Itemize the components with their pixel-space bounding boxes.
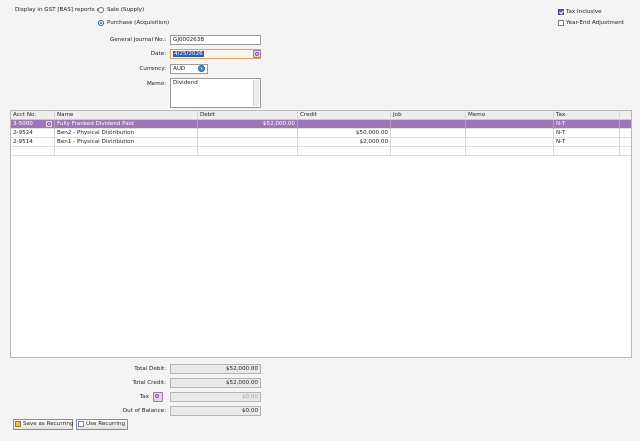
date-label: Date: (150, 51, 166, 57)
tax-cell[interactable]: N-T (554, 120, 620, 129)
tax-detail-icon[interactable] (153, 392, 163, 402)
purchase-radio[interactable] (98, 20, 104, 26)
table-row[interactable]: 2-9524 Ben2 - Physical Distribution $50,… (11, 129, 631, 138)
calendar-icon[interactable] (253, 50, 261, 58)
debit-cell[interactable] (198, 138, 298, 147)
acct-cell[interactable]: 2-9514 (11, 138, 55, 147)
column-header-tax[interactable]: Tax (554, 111, 620, 120)
acct-cell[interactable] (11, 147, 55, 156)
gst-report-prompt: Display in GST [BAS] reports as: (15, 7, 105, 13)
column-header-debit[interactable]: Debit (198, 111, 298, 120)
use-recurring-label: Use Recurring (86, 421, 126, 427)
total-credit-value: $52,000.00 (170, 378, 261, 388)
memo-cell[interactable] (466, 138, 554, 147)
currency-label: Currency: (139, 66, 166, 72)
name-cell[interactable]: Fully Franked Dividend Paid (55, 120, 198, 129)
currency-lookup-icon[interactable] (198, 65, 205, 72)
save-as-recurring-button[interactable]: Save as Recurring (13, 419, 73, 430)
credit-cell[interactable] (298, 147, 391, 156)
total-debit-label: Total Debit: (134, 366, 166, 372)
out-of-balance-value: $0.00 (170, 406, 261, 416)
tax-cell[interactable]: N-T (554, 138, 620, 147)
memo-cell[interactable] (466, 120, 554, 129)
memo-input[interactable]: Dividend (170, 78, 261, 108)
date-input[interactable]: 4/25/2026 (170, 49, 261, 59)
use-recurring-button[interactable]: Use Recurring (76, 419, 128, 430)
credit-cell[interactable] (298, 120, 391, 129)
debit-cell[interactable] (198, 147, 298, 156)
tax-inclusive-checkbox[interactable] (558, 9, 564, 15)
memo-cell[interactable] (466, 129, 554, 138)
credit-cell[interactable]: $2,000.00 (298, 138, 391, 147)
memo-scrollbar[interactable] (253, 80, 259, 106)
date-value: 4/25/2026 (173, 51, 204, 57)
memo-cell[interactable] (466, 147, 554, 156)
table-row-empty[interactable] (11, 147, 631, 156)
memo-label: Memo: (146, 81, 166, 87)
memo-value: Dividend (173, 80, 198, 86)
job-cell[interactable] (391, 129, 466, 138)
journal-lines-table: Acct No. Name Debit Credit Job Memo Tax … (10, 110, 632, 358)
save-as-recurring-label: Save as Recurring (23, 421, 74, 427)
column-header-acct[interactable]: Acct No. (11, 111, 55, 120)
debit-cell[interactable]: $52,000.00 (198, 120, 298, 129)
column-header-credit[interactable]: Credit (298, 111, 391, 120)
use-recurring-icon (78, 420, 84, 427)
job-cell[interactable] (391, 138, 466, 147)
tax-cell[interactable]: N-T (554, 129, 620, 138)
name-cell[interactable]: Ben2 - Physical Distribution (55, 129, 198, 138)
name-cell[interactable] (55, 147, 198, 156)
credit-cell[interactable]: $50,000.00 (298, 129, 391, 138)
table-row[interactable]: 2-9514 Ben1 - Physical Distribution $2,0… (11, 138, 631, 147)
total-credit-label: Total Credit: (132, 380, 166, 386)
tax-inclusive-label: Tax Inclusive (566, 9, 602, 15)
year-end-checkbox[interactable] (558, 20, 564, 26)
job-cell[interactable] (391, 120, 466, 129)
column-header-job[interactable]: Job (391, 111, 466, 120)
debit-cell[interactable] (198, 129, 298, 138)
column-header-name[interactable]: Name (55, 111, 198, 120)
table-row[interactable]: 3-5000 Fully Franked Dividend Paid $52,0… (11, 120, 631, 129)
journal-no-input[interactable]: GJ000263B (170, 35, 261, 45)
account-lookup-icon[interactable] (45, 120, 53, 128)
tax-label: Tax (139, 394, 149, 400)
name-cell[interactable]: Ben1 - Physical Distribution (55, 138, 198, 147)
total-debit-value: $52,000.00 (170, 364, 261, 374)
journal-no-label: General Journal No.: (109, 37, 166, 43)
table-header: Acct No. Name Debit Credit Job Memo Tax (11, 111, 631, 120)
sale-radio-label[interactable]: Sale (Supply) (107, 7, 144, 13)
year-end-label: Year-End Adjustment (566, 20, 625, 26)
out-of-balance-label: Out of Balance: (122, 408, 166, 414)
job-cell[interactable] (391, 147, 466, 156)
tax-cell[interactable] (554, 147, 620, 156)
acct-cell[interactable]: 2-9524 (11, 129, 55, 138)
save-recurring-icon (15, 420, 21, 427)
column-header-memo[interactable]: Memo (466, 111, 554, 120)
purchase-radio-label[interactable]: Purchase (Acquisition) (107, 20, 169, 26)
sale-radio[interactable] (98, 7, 104, 13)
tax-value: $0.00 (170, 392, 261, 402)
